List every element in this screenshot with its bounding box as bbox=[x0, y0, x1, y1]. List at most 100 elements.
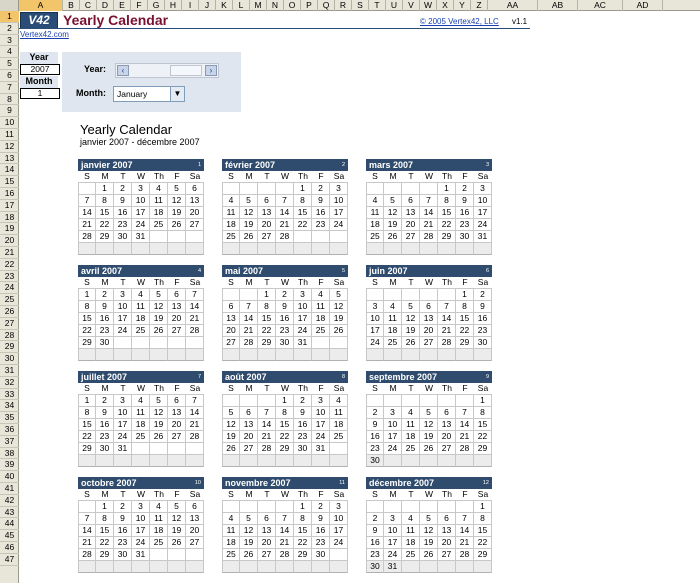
day-cell[interactable]: 3 bbox=[384, 407, 402, 419]
row-header-47[interactable]: 47 bbox=[0, 554, 19, 566]
day-cell[interactable]: 19 bbox=[150, 419, 168, 431]
day-cell[interactable]: 29 bbox=[96, 549, 114, 561]
day-cell[interactable]: 7 bbox=[186, 395, 204, 407]
day-cell[interactable]: 16 bbox=[276, 313, 294, 325]
day-cell[interactable]: 10 bbox=[132, 195, 150, 207]
day-cell[interactable]: 22 bbox=[456, 325, 474, 337]
day-cell[interactable]: 8 bbox=[456, 301, 474, 313]
day-cell[interactable] bbox=[168, 549, 186, 561]
day-cell[interactable]: 29 bbox=[276, 443, 294, 455]
day-cell[interactable]: 16 bbox=[366, 431, 384, 443]
row-header-37[interactable]: 37 bbox=[0, 436, 19, 448]
day-cell[interactable]: 16 bbox=[456, 207, 474, 219]
day-cell[interactable]: 19 bbox=[222, 431, 240, 443]
day-cell[interactable]: 26 bbox=[150, 431, 168, 443]
day-cell[interactable]: 6 bbox=[222, 301, 240, 313]
day-cell[interactable] bbox=[186, 455, 204, 467]
column-header-a[interactable]: A bbox=[19, 0, 63, 11]
month-dropdown[interactable]: January ▼ bbox=[113, 86, 185, 102]
year-value-cell[interactable]: 2007 bbox=[20, 64, 60, 75]
column-header-w[interactable]: W bbox=[420, 0, 437, 11]
day-cell[interactable]: 21 bbox=[78, 219, 96, 231]
row-header-30[interactable]: 30 bbox=[0, 353, 19, 365]
day-cell[interactable] bbox=[276, 455, 294, 467]
day-cell[interactable]: 4 bbox=[330, 395, 348, 407]
day-cell[interactable]: 10 bbox=[312, 407, 330, 419]
day-cell[interactable] bbox=[78, 501, 96, 513]
day-cell[interactable]: 19 bbox=[240, 219, 258, 231]
day-cell[interactable]: 26 bbox=[240, 231, 258, 243]
day-cell[interactable] bbox=[420, 243, 438, 255]
day-cell[interactable]: 22 bbox=[78, 431, 96, 443]
day-cell[interactable] bbox=[420, 395, 438, 407]
day-cell[interactable]: 26 bbox=[330, 325, 348, 337]
day-cell[interactable]: 6 bbox=[186, 501, 204, 513]
day-cell[interactable] bbox=[474, 243, 492, 255]
column-header-x[interactable]: X bbox=[437, 0, 454, 11]
column-header-b[interactable]: B bbox=[63, 0, 80, 11]
day-cell[interactable]: 15 bbox=[438, 207, 456, 219]
row-header-46[interactable]: 46 bbox=[0, 542, 19, 554]
day-cell[interactable] bbox=[222, 561, 240, 573]
day-cell[interactable] bbox=[312, 455, 330, 467]
row-header-21[interactable]: 21 bbox=[0, 247, 19, 259]
day-cell[interactable]: 25 bbox=[402, 443, 420, 455]
day-cell[interactable]: 12 bbox=[384, 207, 402, 219]
day-cell[interactable] bbox=[420, 501, 438, 513]
day-cell[interactable] bbox=[240, 289, 258, 301]
day-cell[interactable]: 22 bbox=[294, 219, 312, 231]
day-cell[interactable] bbox=[186, 549, 204, 561]
day-cell[interactable] bbox=[438, 243, 456, 255]
day-cell[interactable]: 11 bbox=[402, 525, 420, 537]
day-cell[interactable]: 2 bbox=[96, 289, 114, 301]
day-cell[interactable]: 6 bbox=[402, 195, 420, 207]
day-cell[interactable]: 7 bbox=[420, 195, 438, 207]
day-cell[interactable]: 24 bbox=[132, 537, 150, 549]
day-cell[interactable]: 2 bbox=[312, 501, 330, 513]
day-cell[interactable]: 17 bbox=[132, 207, 150, 219]
day-cell[interactable]: 7 bbox=[78, 195, 96, 207]
vertex42-link[interactable]: Vertex42.com bbox=[20, 30, 69, 39]
day-cell[interactable]: 25 bbox=[150, 219, 168, 231]
copyright-link[interactable]: © 2005 Vertex42, LLC bbox=[420, 17, 499, 26]
day-cell[interactable]: 14 bbox=[78, 207, 96, 219]
day-cell[interactable]: 3 bbox=[132, 501, 150, 513]
day-cell[interactable]: 31 bbox=[294, 337, 312, 349]
day-cell[interactable]: 21 bbox=[438, 325, 456, 337]
day-cell[interactable]: 12 bbox=[330, 301, 348, 313]
day-cell[interactable]: 28 bbox=[78, 549, 96, 561]
day-cell[interactable] bbox=[96, 243, 114, 255]
day-cell[interactable]: 21 bbox=[258, 431, 276, 443]
day-cell[interactable]: 1 bbox=[96, 501, 114, 513]
day-cell[interactable] bbox=[114, 455, 132, 467]
day-cell[interactable]: 8 bbox=[258, 301, 276, 313]
day-cell[interactable]: 21 bbox=[186, 419, 204, 431]
day-cell[interactable]: 24 bbox=[384, 549, 402, 561]
day-cell[interactable]: 3 bbox=[114, 395, 132, 407]
day-cell[interactable]: 30 bbox=[96, 443, 114, 455]
day-cell[interactable] bbox=[132, 443, 150, 455]
day-cell[interactable] bbox=[78, 561, 96, 573]
day-cell[interactable] bbox=[276, 243, 294, 255]
day-cell[interactable] bbox=[456, 395, 474, 407]
day-cell[interactable]: 17 bbox=[132, 525, 150, 537]
day-cell[interactable]: 7 bbox=[438, 301, 456, 313]
day-cell[interactable] bbox=[240, 349, 258, 361]
day-cell[interactable] bbox=[312, 231, 330, 243]
day-cell[interactable]: 19 bbox=[330, 313, 348, 325]
day-cell[interactable]: 2 bbox=[312, 183, 330, 195]
day-cell[interactable]: 11 bbox=[150, 513, 168, 525]
column-header-j[interactable]: J bbox=[199, 0, 216, 11]
day-cell[interactable]: 20 bbox=[186, 207, 204, 219]
day-cell[interactable]: 28 bbox=[456, 549, 474, 561]
day-cell[interactable]: 1 bbox=[276, 395, 294, 407]
day-cell[interactable] bbox=[312, 243, 330, 255]
day-cell[interactable]: 4 bbox=[150, 183, 168, 195]
day-cell[interactable]: 13 bbox=[168, 301, 186, 313]
day-cell[interactable] bbox=[294, 243, 312, 255]
scroll-thumb[interactable] bbox=[170, 65, 202, 76]
day-cell[interactable]: 20 bbox=[258, 537, 276, 549]
day-cell[interactable] bbox=[150, 549, 168, 561]
day-cell[interactable] bbox=[240, 183, 258, 195]
day-cell[interactable]: 24 bbox=[114, 325, 132, 337]
